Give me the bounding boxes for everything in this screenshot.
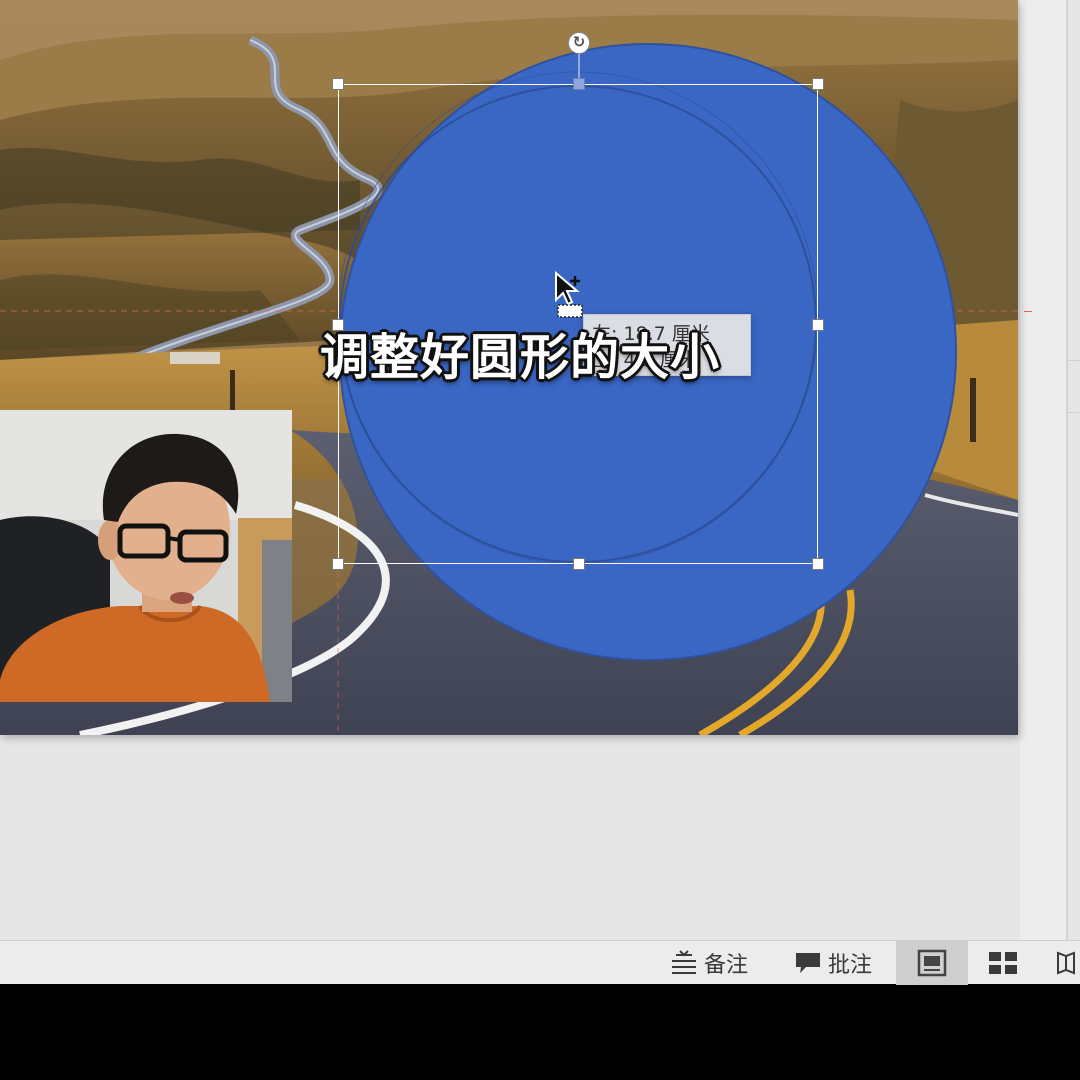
right-panel-strip	[1020, 0, 1066, 940]
notes-icon	[672, 950, 696, 974]
notes-label: 备注	[704, 953, 749, 978]
resize-handle-top-left[interactable]	[332, 78, 344, 90]
reading-view-icon	[1057, 951, 1075, 975]
video-subtitle: 调整好圆形的大小	[320, 329, 721, 386]
move-cursor-icon	[555, 270, 583, 318]
presenter-webcam	[0, 410, 292, 702]
resize-handle-bottom-left[interactable]	[332, 558, 344, 570]
right-panel-border	[1066, 0, 1068, 940]
notes-button[interactable]: 备注	[670, 941, 748, 985]
right-panel-divider	[1068, 412, 1080, 413]
comments-button[interactable]: 批注	[794, 941, 872, 985]
slide-sorter-view-button[interactable]	[978, 941, 1028, 985]
normal-view-icon	[917, 949, 947, 977]
resize-handle-bottom-right[interactable]	[812, 558, 824, 570]
slide-sorter-icon	[989, 952, 1017, 974]
rotate-handle-icon[interactable]: ↻	[568, 32, 590, 54]
resize-handle-top-right[interactable]	[812, 78, 824, 90]
resize-handle-right[interactable]	[812, 319, 824, 331]
right-panel-divider	[1068, 360, 1080, 361]
resize-handle-bottom[interactable]	[573, 558, 585, 570]
status-bar: 备注 批注	[0, 940, 1080, 985]
normal-view-button[interactable]	[896, 941, 968, 985]
presenter-video-frame	[0, 410, 292, 702]
comment-bubble-icon	[796, 953, 820, 973]
reading-view-button[interactable]	[1052, 941, 1080, 985]
comments-label: 批注	[828, 953, 873, 978]
resize-handle-top[interactable]	[573, 78, 585, 90]
guide-tick	[1024, 311, 1032, 312]
